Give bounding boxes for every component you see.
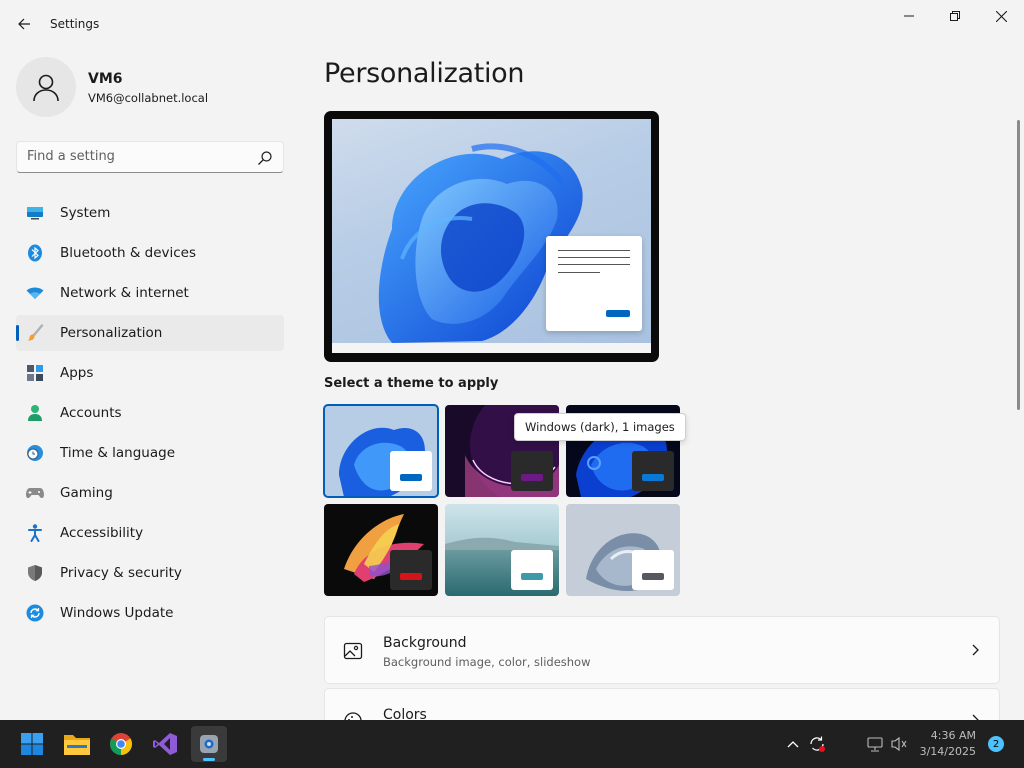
- sidebar-item-windows-update[interactable]: Windows Update: [16, 595, 284, 631]
- shield-icon: [26, 564, 44, 582]
- theme-sunrise[interactable]: [445, 504, 559, 596]
- sidebar-item-label: Gaming: [60, 485, 113, 501]
- back-button[interactable]: [10, 10, 38, 38]
- chrome-button[interactable]: [103, 726, 139, 762]
- sidebar-item-network[interactable]: Network & internet: [16, 275, 284, 311]
- profile-email: VM6@collabnet.local: [88, 91, 209, 105]
- theme-mini-window: [511, 451, 553, 491]
- network-icon: [867, 737, 883, 752]
- sidebar-item-label: Privacy & security: [60, 565, 182, 581]
- card-title: Background: [383, 635, 467, 651]
- wifi-icon: [26, 284, 44, 302]
- theme-mini-window: [390, 550, 432, 590]
- taskbar: 4:36 AM 3/14/2025 2: [0, 720, 1024, 768]
- sidebar-item-label: System: [60, 205, 111, 221]
- search-icon[interactable]: [257, 150, 273, 166]
- theme-mini-window: [632, 451, 674, 491]
- preview-taskbar: [332, 343, 651, 353]
- network-tray-button[interactable]: [864, 733, 886, 755]
- start-button[interactable]: [14, 726, 50, 762]
- chevron-up-icon: [787, 741, 799, 748]
- search-box[interactable]: [16, 141, 284, 173]
- file-explorer-icon: [64, 735, 90, 755]
- sidebar-item-system[interactable]: System: [16, 195, 284, 231]
- background-card[interactable]: Background Background image, color, slid…: [324, 616, 1000, 684]
- theme-accent-swatch: [400, 474, 422, 481]
- notification-badge[interactable]: 2: [988, 736, 1004, 752]
- accessibility-icon: [26, 524, 44, 542]
- scrollbar-thumb[interactable]: [1017, 120, 1020, 410]
- theme-mini-window: [511, 550, 553, 590]
- chevron-right-icon: [972, 644, 979, 656]
- user-profile[interactable]: VM6 VM6@collabnet.local: [16, 57, 286, 117]
- brush-icon: [26, 324, 44, 342]
- clock[interactable]: 4:36 AM 3/14/2025: [918, 728, 976, 760]
- visual-studio-button[interactable]: [147, 726, 183, 762]
- chrome-icon: [110, 733, 132, 755]
- sidebar-item-label: Bluetooth & devices: [60, 245, 197, 261]
- profile-name: VM6: [88, 71, 123, 87]
- sidebar-item-label: Time & language: [60, 445, 176, 461]
- sidebar-item-gaming[interactable]: Gaming: [16, 475, 284, 511]
- sidebar-nav: System Bluetooth & devices Network & int…: [16, 195, 284, 635]
- theme-section-label: Select a theme to apply: [324, 376, 499, 391]
- sidebar-item-personalization[interactable]: Personalization: [16, 315, 284, 351]
- start-icon: [21, 733, 43, 755]
- main-content: Personalization Select a theme to apply …: [323, 0, 1004, 756]
- person-icon: [26, 404, 44, 422]
- settings-taskbar-button[interactable]: [191, 726, 227, 762]
- sidebar-item-accessibility[interactable]: Accessibility: [16, 515, 284, 551]
- show-hidden-icons-button[interactable]: [782, 733, 804, 755]
- theme-tooltip: Windows (dark), 1 images: [514, 413, 686, 441]
- theme-mini-window: [390, 451, 432, 491]
- globe-clock-icon: [26, 444, 44, 462]
- clock-time: 4:36 AM: [930, 729, 976, 742]
- preview-dialog: [546, 236, 642, 331]
- volume-icon: [891, 736, 907, 752]
- sidebar-item-label: Windows Update: [60, 605, 174, 621]
- avatar: [16, 57, 76, 117]
- theme-preview: [324, 111, 659, 362]
- page-title: Personalization: [324, 58, 525, 89]
- user-avatar-icon: [33, 74, 59, 102]
- sidebar-item-apps[interactable]: Apps: [16, 355, 284, 391]
- volume-tray-button[interactable]: [888, 733, 910, 755]
- sync-icon: [810, 736, 825, 752]
- card-subtitle: Background image, color, slideshow: [383, 655, 591, 669]
- theme-captured-motion[interactable]: [324, 504, 438, 596]
- file-explorer-button[interactable]: [59, 726, 95, 762]
- sync-tray-button[interactable]: [806, 733, 828, 755]
- sidebar-item-privacy[interactable]: Privacy & security: [16, 555, 284, 591]
- update-icon: [26, 604, 44, 622]
- sidebar-item-bluetooth[interactable]: Bluetooth & devices: [16, 235, 284, 271]
- apps-icon: [26, 364, 44, 382]
- image-icon: [343, 642, 363, 660]
- app-title: Settings: [50, 17, 100, 31]
- settings-icon: [200, 735, 218, 753]
- sidebar-item-label: Apps: [60, 365, 94, 381]
- desktop-preview: [332, 119, 651, 343]
- theme-windows-light[interactable]: [323, 404, 439, 498]
- sidebar-item-label: Accessibility: [60, 525, 144, 541]
- clock-date: 3/14/2025: [919, 745, 976, 758]
- theme-mini-window: [632, 550, 674, 590]
- sidebar-item-accounts[interactable]: Accounts: [16, 395, 284, 431]
- back-arrow-icon: [18, 18, 30, 30]
- sidebar-item-time-language[interactable]: Time & language: [16, 435, 284, 471]
- visual-studio-icon: [153, 733, 177, 755]
- theme-flow[interactable]: [566, 504, 680, 596]
- monitor-icon: [26, 204, 44, 222]
- sidebar-item-label: Accounts: [60, 405, 122, 421]
- search-input[interactable]: [27, 149, 247, 164]
- sidebar-item-label: Personalization: [60, 325, 163, 341]
- sidebar-item-label: Network & internet: [60, 285, 189, 301]
- gamepad-icon: [26, 484, 44, 502]
- bluetooth-icon: [26, 244, 44, 262]
